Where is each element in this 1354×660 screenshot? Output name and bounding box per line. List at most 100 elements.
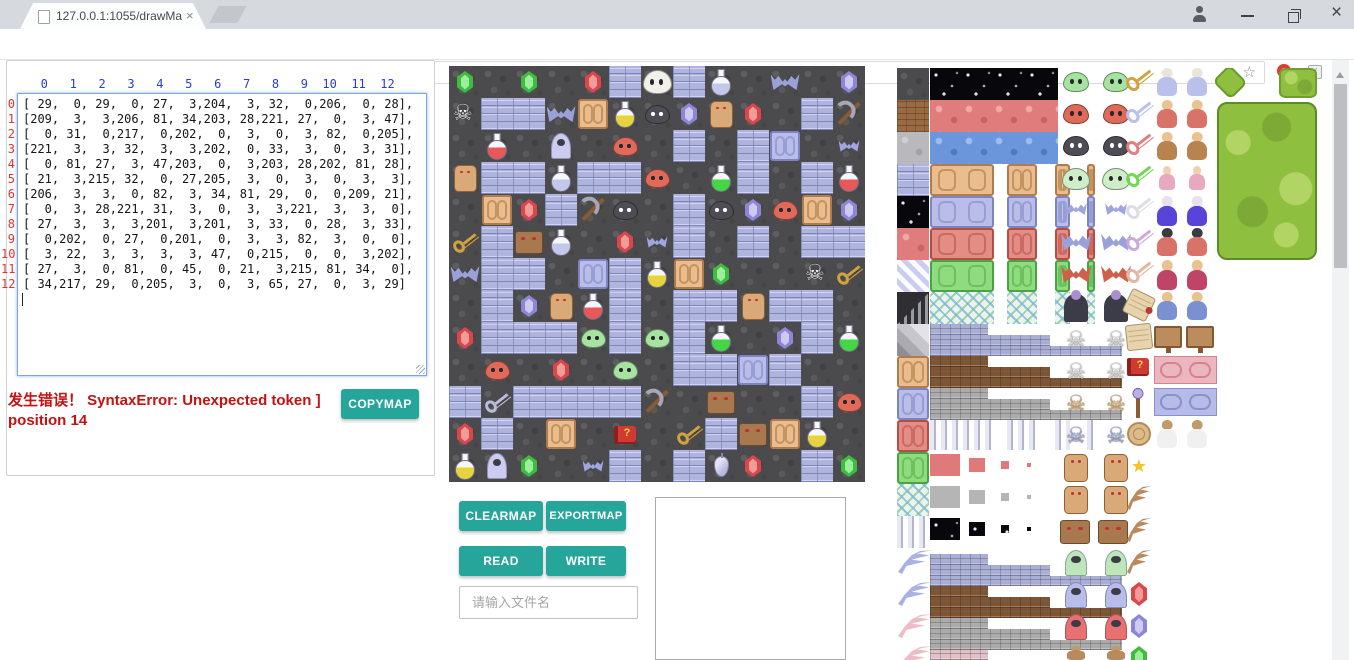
palette-tile-sign[interactable] bbox=[1186, 326, 1214, 348]
map-tile[interactable] bbox=[801, 450, 833, 482]
palette-tile-ghost[interactable] bbox=[1065, 550, 1087, 576]
map-tile[interactable] bbox=[481, 322, 513, 354]
map-tile[interactable] bbox=[545, 226, 577, 258]
map-tile[interactable] bbox=[545, 66, 577, 98]
palette-tile-char[interactable] bbox=[1155, 260, 1179, 290]
map-tile[interactable] bbox=[673, 258, 705, 290]
map-tile[interactable] bbox=[577, 354, 609, 386]
palette-tile-pillars[interactable] bbox=[897, 516, 929, 548]
tab-close-icon[interactable]: × bbox=[186, 8, 194, 23]
map-tile[interactable] bbox=[641, 450, 673, 482]
palette-tile-char[interactable] bbox=[1185, 100, 1209, 128]
map-tile[interactable] bbox=[449, 98, 481, 130]
map-tile[interactable] bbox=[513, 354, 545, 386]
map-tile[interactable] bbox=[705, 258, 737, 290]
palette-tile-char[interactable] bbox=[1155, 68, 1179, 96]
map-tile[interactable] bbox=[513, 66, 545, 98]
map-tile[interactable] bbox=[449, 226, 481, 258]
map-tile[interactable] bbox=[513, 194, 545, 226]
map-tile[interactable] bbox=[801, 66, 833, 98]
palette-tile-wall[interactable] bbox=[930, 356, 988, 367]
map-data-textarea[interactable]: [ 29, 0, 29, 0, 27, 3,204, 3, 32, 0,206,… bbox=[17, 93, 427, 376]
palette-tile-char[interactable] bbox=[1185, 196, 1209, 226]
palette-tile-skel[interactable] bbox=[1104, 422, 1128, 450]
palette-tile-wall[interactable] bbox=[930, 565, 1050, 576]
map-tile[interactable] bbox=[545, 322, 577, 354]
palette-tile-door[interactable] bbox=[897, 420, 929, 452]
map-tile[interactable] bbox=[641, 386, 673, 418]
map-tile[interactable] bbox=[705, 66, 737, 98]
map-tile[interactable] bbox=[801, 354, 833, 386]
map-tile[interactable] bbox=[833, 194, 865, 226]
map-tile[interactable] bbox=[641, 322, 673, 354]
palette-tile-wall[interactable] bbox=[930, 640, 1122, 650]
map-tile[interactable] bbox=[545, 162, 577, 194]
palette-tile-blob[interactable] bbox=[1063, 72, 1089, 92]
palette-tile-door[interactable] bbox=[1087, 196, 1095, 228]
palette-tile-golem[interactable] bbox=[1104, 486, 1128, 514]
close-window-button[interactable]: × bbox=[1331, 2, 1342, 24]
map-tile[interactable] bbox=[769, 162, 801, 194]
map-tile[interactable] bbox=[673, 354, 705, 386]
palette-tile-wing[interactable] bbox=[898, 582, 932, 606]
palette-tile-wall[interactable] bbox=[930, 388, 988, 399]
map-tile[interactable] bbox=[705, 98, 737, 130]
map-tile[interactable] bbox=[481, 162, 513, 194]
palette-tile-door[interactable] bbox=[930, 164, 994, 196]
map-tile[interactable] bbox=[833, 258, 865, 290]
map-tile[interactable] bbox=[705, 130, 737, 162]
map-tile[interactable] bbox=[833, 226, 865, 258]
palette-tile-face[interactable] bbox=[1098, 520, 1128, 544]
map-tile[interactable] bbox=[737, 418, 769, 450]
map-tile[interactable] bbox=[449, 194, 481, 226]
map-tile[interactable] bbox=[577, 162, 609, 194]
map-tile[interactable] bbox=[801, 226, 833, 258]
map-tile[interactable] bbox=[545, 386, 577, 418]
palette-tile-pillars[interactable] bbox=[1007, 420, 1037, 450]
palette-tile-bushS[interactable] bbox=[1279, 68, 1317, 98]
map-tile[interactable] bbox=[513, 258, 545, 290]
map-tile[interactable] bbox=[449, 418, 481, 450]
palette-tile-char[interactable] bbox=[1155, 100, 1179, 128]
palette-tile-char[interactable] bbox=[1158, 166, 1176, 190]
palette-tile-wall[interactable] bbox=[930, 324, 988, 335]
map-tile[interactable] bbox=[737, 130, 769, 162]
map-tile[interactable] bbox=[705, 418, 737, 450]
map-tile[interactable] bbox=[769, 98, 801, 130]
map-tile[interactable] bbox=[609, 194, 641, 226]
palette-tile-door[interactable] bbox=[930, 196, 994, 228]
palette-tile-skel[interactable] bbox=[1104, 390, 1128, 418]
palette-tile-bars[interactable] bbox=[897, 292, 929, 324]
map-tile[interactable] bbox=[577, 418, 609, 450]
map-tile[interactable] bbox=[705, 194, 737, 226]
scrollbar-up-icon[interactable] bbox=[1336, 72, 1344, 78]
palette-tile-char[interactable] bbox=[1155, 196, 1179, 226]
map-tile[interactable] bbox=[833, 418, 865, 450]
palette-tile-skel[interactable] bbox=[1064, 422, 1088, 450]
scrollbar-thumb[interactable] bbox=[1334, 84, 1347, 268]
map-tile[interactable] bbox=[833, 162, 865, 194]
palette-tile-wall[interactable] bbox=[930, 586, 988, 597]
map-tile[interactable] bbox=[673, 162, 705, 194]
palette-tile-char[interactable] bbox=[1185, 132, 1209, 160]
palette-tile-gem[interactable] bbox=[1131, 646, 1147, 660]
profile-icon[interactable] bbox=[1190, 5, 1208, 23]
map-tile[interactable] bbox=[673, 66, 705, 98]
browser-tab[interactable]: 127.0.0.1:1055/drawMa × bbox=[20, 3, 206, 29]
map-tile[interactable] bbox=[513, 290, 545, 322]
map-tile[interactable] bbox=[705, 450, 737, 482]
map-tile[interactable] bbox=[801, 418, 833, 450]
palette-tile-pillars[interactable] bbox=[1087, 420, 1095, 450]
palette-tile-lattice[interactable] bbox=[1087, 292, 1095, 324]
palette-tile-ghost[interactable] bbox=[1065, 614, 1087, 640]
palette-tile-skel[interactable] bbox=[1064, 358, 1088, 386]
minimize-button[interactable] bbox=[1241, 15, 1254, 17]
map-tile[interactable] bbox=[769, 226, 801, 258]
map-tile[interactable] bbox=[641, 162, 673, 194]
map-tile[interactable] bbox=[545, 194, 577, 226]
map-tile[interactable] bbox=[481, 290, 513, 322]
palette-tile-sq[interactable] bbox=[1027, 495, 1031, 499]
palette-tile-door[interactable] bbox=[930, 260, 994, 292]
palette-tile-face[interactable] bbox=[1060, 520, 1090, 544]
map-tile[interactable] bbox=[481, 66, 513, 98]
